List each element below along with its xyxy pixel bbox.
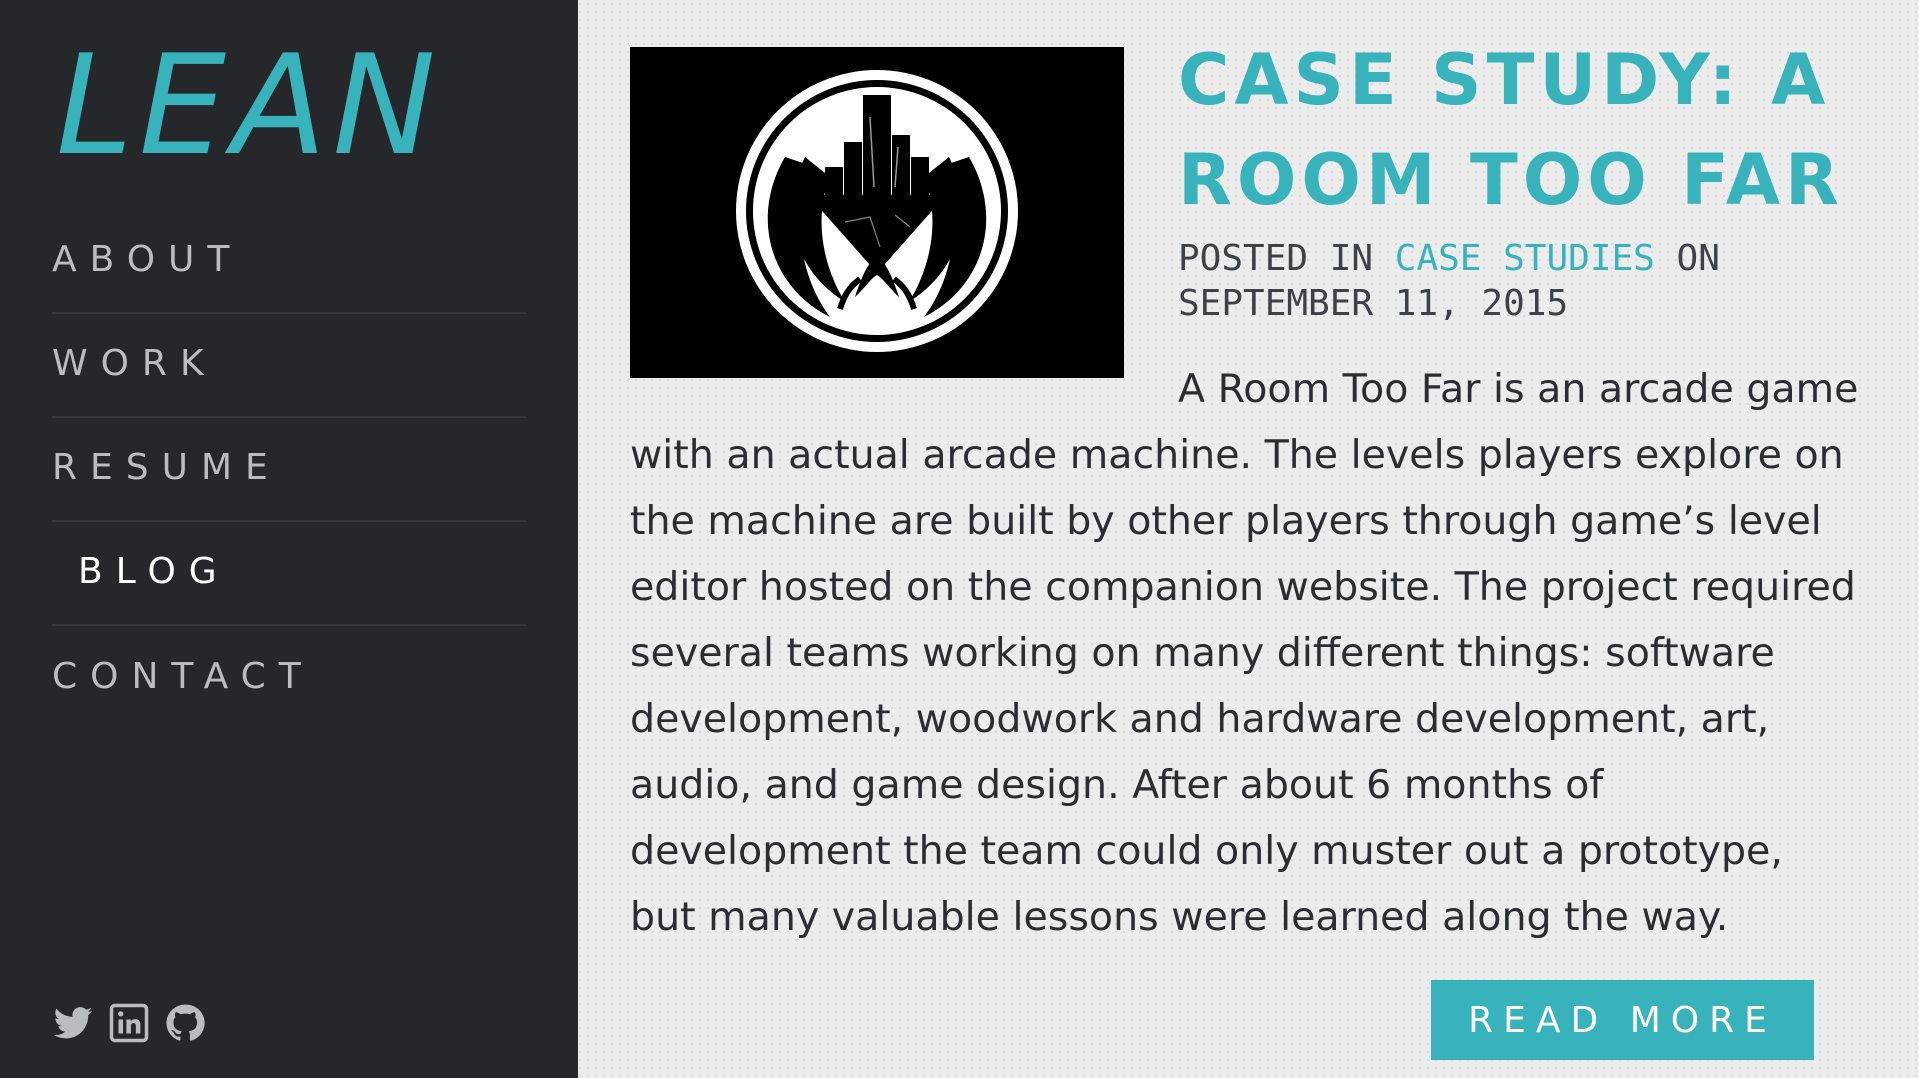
- twitter-icon[interactable]: [52, 1002, 94, 1044]
- post-date: SEPTEMBER 11, 2015: [1178, 283, 1569, 324]
- sidebar: LEAN ABOUT WORK RESUME BLOG CONTACT: [0, 0, 578, 1078]
- read-more-button[interactable]: READ MORE: [1431, 980, 1814, 1060]
- nav-link-work[interactable]: WORK: [52, 343, 217, 384]
- linkedin-icon[interactable]: [108, 1002, 150, 1044]
- nav-item-about: ABOUT: [52, 210, 526, 314]
- site-logo[interactable]: LEAN: [56, 36, 442, 176]
- nav-link-about[interactable]: ABOUT: [52, 239, 242, 280]
- main-nav: ABOUT WORK RESUME BLOG CONTACT: [52, 210, 526, 730]
- post-title[interactable]: CASE STUDY: A ROOM TOO FAR: [1178, 30, 1858, 230]
- nav-item-work: WORK: [52, 314, 526, 418]
- meta-prefix: POSTED IN: [1178, 238, 1374, 279]
- post-meta: POSTED IN CASE STUDIES ON SEPTEMBER 11, …: [1178, 236, 1858, 326]
- nav-link-blog[interactable]: BLOG: [52, 551, 230, 592]
- nav-link-contact[interactable]: CONTACT: [52, 656, 314, 697]
- meta-on: ON: [1676, 238, 1720, 279]
- post-excerpt: A Room Too Far is an arcade game with an…: [630, 366, 1859, 940]
- social-links: [52, 1002, 206, 1044]
- nav-link-resume[interactable]: RESUME: [52, 447, 281, 488]
- post-excerpt-wrapper: A Room Too Far is an arcade game with an…: [630, 356, 1860, 950]
- nav-item-blog: BLOG: [52, 522, 526, 626]
- github-icon[interactable]: [164, 1002, 206, 1044]
- nav-item-resume: RESUME: [52, 418, 526, 522]
- post-thumbnail[interactable]: [630, 47, 1124, 378]
- nav-item-contact: CONTACT: [52, 626, 526, 730]
- category-link[interactable]: CASE STUDIES: [1395, 238, 1655, 279]
- arcade-logo-image: [630, 47, 1124, 378]
